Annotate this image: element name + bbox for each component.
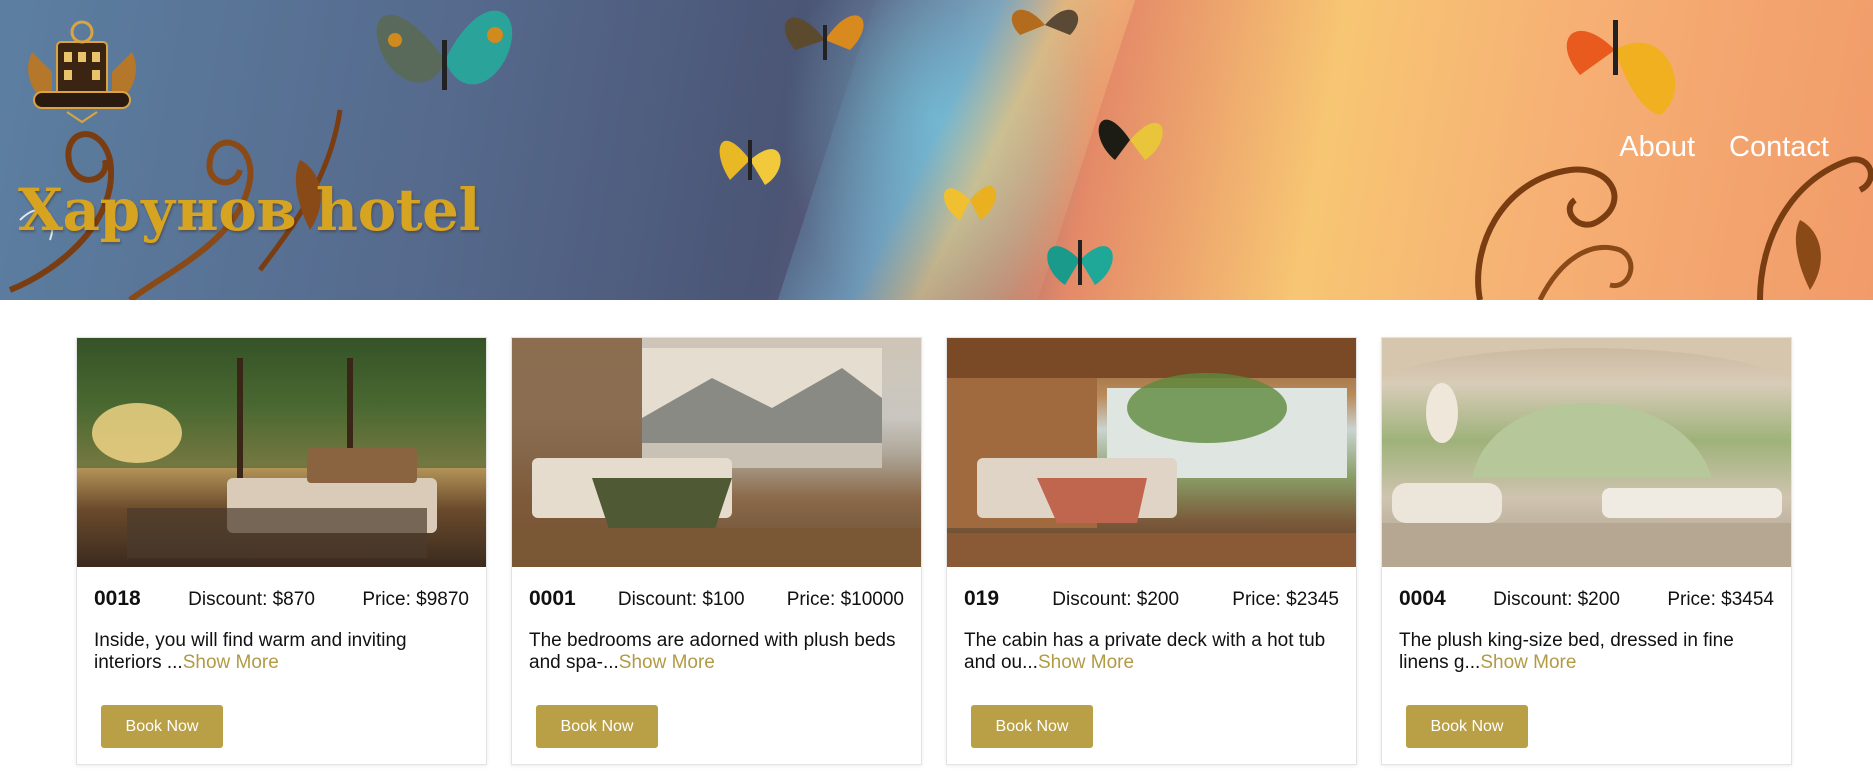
- book-now-button[interactable]: Book Now: [971, 705, 1093, 748]
- book-now-button[interactable]: Book Now: [536, 705, 658, 748]
- butterfly-icon: [784, 15, 864, 60]
- room-card: 0001 Discount: $100 Price: $10000 The be…: [511, 337, 922, 765]
- room-description: The plush king-size bed, dressed in fine…: [1399, 630, 1734, 673]
- book-now-button[interactable]: Book Now: [1406, 705, 1528, 748]
- room-meta: 0018 Discount: $870 Price: $9870: [94, 587, 469, 611]
- room-card: 0004 Discount: $200 Price: $3454 The plu…: [1381, 337, 1792, 765]
- show-more-link[interactable]: Show More: [619, 652, 715, 673]
- room-meta: 019 Discount: $200 Price: $2345: [964, 587, 1339, 611]
- butterfly-icon: [943, 186, 997, 220]
- room-illustration: [512, 338, 921, 567]
- room-photo[interactable]: [512, 338, 921, 567]
- butterfly-icon: [1098, 119, 1163, 160]
- hero-banner: Харунов hotel About Contact: [0, 0, 1873, 300]
- room-card: 019 Discount: $200 Price: $2345 The cabi…: [946, 337, 1357, 765]
- room-description: The bedrooms are adorned with plush beds…: [529, 630, 896, 673]
- show-more-link[interactable]: Show More: [183, 652, 279, 673]
- butterfly-icon: [719, 140, 781, 185]
- butterfly-icon: [1566, 20, 1676, 115]
- room-description: Inside, you will find warm and inviting …: [94, 630, 407, 673]
- room-photo[interactable]: [1382, 338, 1791, 567]
- room-discount: Discount: $200: [1052, 589, 1180, 610]
- room-price: Price: $9870: [362, 589, 469, 610]
- room-number: 0001: [529, 587, 576, 610]
- room-discount: Discount: $200: [1493, 589, 1620, 610]
- room-photo[interactable]: [947, 338, 1356, 567]
- room-meta: 0001 Discount: $100 Price: $10000: [529, 587, 904, 611]
- room-photo[interactable]: [77, 338, 486, 567]
- room-discount: Discount: $100: [617, 589, 745, 610]
- room-number: 0018: [94, 587, 141, 610]
- room-illustration: [1382, 338, 1791, 567]
- room-price: Price: $2345: [1232, 589, 1339, 610]
- room-card: 0018 Discount: $870 Price: $9870 Inside,…: [76, 337, 487, 765]
- room-description: The cabin has a private deck with a hot …: [964, 630, 1326, 673]
- butterfly-icon: [376, 10, 513, 90]
- swirl-ornament-right: [1475, 156, 1873, 300]
- room-price: Price: $10000: [786, 589, 904, 610]
- show-more-link[interactable]: Show More: [1480, 652, 1576, 673]
- book-now-button[interactable]: Book Now: [101, 705, 223, 748]
- show-more-link[interactable]: Show More: [1038, 652, 1134, 673]
- room-meta: 0004 Discount: $200 Price: $3454: [1399, 587, 1774, 611]
- nav-about-link[interactable]: About: [1619, 131, 1695, 164]
- main-nav: About Contact: [1619, 131, 1829, 164]
- room-illustration: [77, 338, 486, 558]
- room-price: Price: $3454: [1667, 589, 1774, 610]
- room-number: 0004: [1399, 587, 1446, 610]
- hotel-logo[interactable]: [22, 12, 142, 124]
- butterfly-icon: [1047, 240, 1113, 285]
- room-number: 019: [964, 587, 1000, 610]
- room-discount: Discount: $870: [188, 589, 315, 610]
- room-illustration: [947, 338, 1356, 567]
- hotel-title: Харунов hotel: [18, 176, 480, 244]
- nav-contact-link[interactable]: Contact: [1729, 131, 1829, 164]
- butterfly-icon: [1011, 9, 1079, 36]
- room-list: 0018 Discount: $870 Price: $9870 Inside,…: [76, 337, 1792, 765]
